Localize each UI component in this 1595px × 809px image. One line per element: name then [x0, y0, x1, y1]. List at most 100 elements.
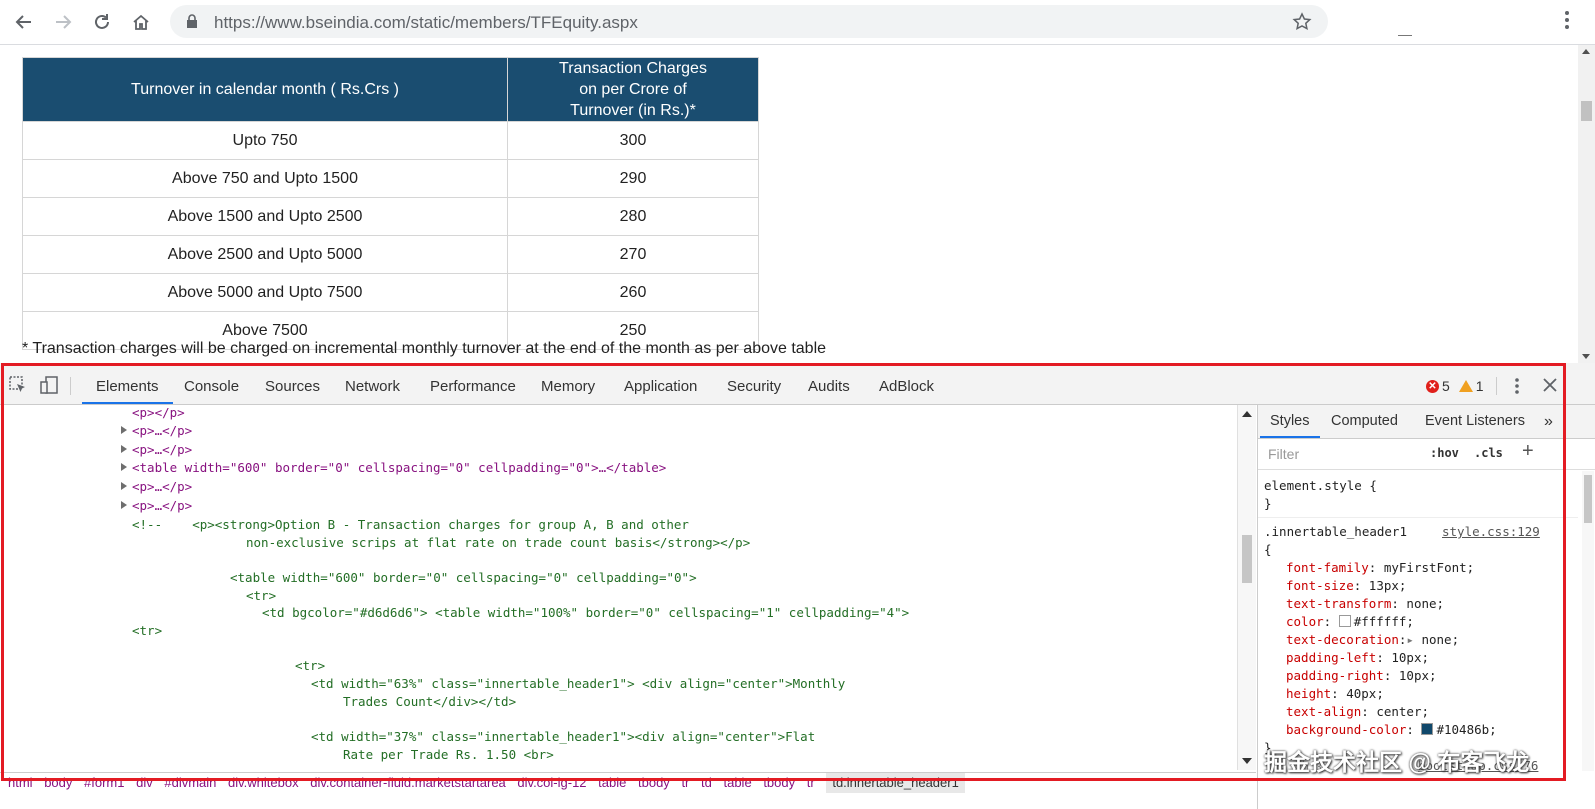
new-rule-plus-icon[interactable]: +	[1522, 440, 1534, 463]
scroll-down-arrow-icon[interactable]	[1242, 758, 1252, 764]
breadcrumb-item[interactable]: tbody	[638, 773, 670, 793]
expand-arrow-icon[interactable]	[121, 501, 127, 509]
breadcrumb-item[interactable]: #form1	[84, 773, 124, 793]
css-declaration[interactable]: color: #ffffff;	[1286, 614, 1414, 629]
rule-source-link[interactable]: style.css:129	[1442, 524, 1540, 539]
css-declaration[interactable]: text-transform: none;	[1286, 596, 1444, 611]
tab-styles[interactable]: Styles	[1260, 405, 1320, 438]
turnover-cell: Above 1500 and Upto 2500	[22, 197, 508, 236]
breadcrumb-item[interactable]: body	[44, 773, 72, 793]
breadcrumb-item[interactable]: table	[723, 773, 751, 793]
hover-state-toggle[interactable]: :hov	[1430, 446, 1459, 460]
css-declaration[interactable]: background-color: #10486b;	[1286, 722, 1497, 737]
class-toggle[interactable]: .cls	[1474, 446, 1503, 460]
browser-menu-icon[interactable]	[1564, 10, 1570, 35]
dom-comment[interactable]: <td width="63%" class="innertable_header…	[311, 676, 845, 691]
dom-comment[interactable]: <tr>	[295, 658, 325, 673]
tab-event-listeners[interactable]: Event Listeners	[1425, 405, 1525, 438]
dom-comment[interactable]: <td bgcolor="#d6d6d6"> <table width="100…	[262, 605, 909, 620]
device-toolbar-icon[interactable]	[40, 376, 60, 399]
tab-console[interactable]: Console	[184, 363, 239, 404]
tab-network[interactable]: Network	[345, 363, 400, 404]
dom-comment[interactable]: non-exclusive scrips at flat rate on tra…	[246, 535, 750, 550]
close-icon[interactable]	[1543, 378, 1557, 397]
expand-arrow-icon[interactable]	[121, 482, 127, 490]
expand-arrow-icon[interactable]	[121, 463, 127, 471]
color-swatch[interactable]	[1421, 723, 1434, 735]
breadcrumb-item[interactable]: html	[8, 773, 33, 793]
rule-selector[interactable]: .innertable_header1	[1264, 524, 1407, 539]
dom-comment[interactable]: <td width="37%" class="innertable_header…	[311, 729, 815, 744]
browser-toolbar: https://www.bseindia.com/static/members/…	[0, 0, 1595, 45]
breadcrumb-item[interactable]: table	[598, 773, 626, 793]
elements-scrollbar-thumb[interactable]	[1242, 535, 1252, 583]
element-style-selector[interactable]: element.style {	[1264, 478, 1377, 493]
styles-scrollbar-thumb[interactable]	[1584, 475, 1592, 523]
expand-arrow-icon[interactable]	[121, 426, 127, 434]
styles-scrollbar[interactable]	[1582, 471, 1594, 771]
tab-adblock[interactable]: AdBlock	[879, 363, 934, 404]
tab-application[interactable]: Application	[624, 363, 697, 404]
address-bar[interactable]: https://www.bseindia.com/static/members/…	[170, 5, 1328, 38]
scroll-down-arrow-icon[interactable]	[1582, 354, 1590, 359]
tab-sources[interactable]: Sources	[265, 363, 320, 404]
url-text[interactable]: https://www.bseindia.com/static/members/…	[214, 13, 638, 33]
home-icon[interactable]	[127, 8, 155, 36]
breadcrumb-item[interactable]: div.whitebox	[228, 773, 299, 793]
breadcrumb-item[interactable]: tr	[807, 773, 815, 793]
breadcrumb-item[interactable]: div.container-fluid.marketstartarea	[310, 773, 506, 793]
page-scrollbar[interactable]	[1578, 45, 1595, 363]
bookmark-star-icon[interactable]	[1292, 12, 1312, 37]
dom-comment[interactable]: <tr>	[132, 623, 162, 638]
devtools-menu-icon[interactable]	[1514, 377, 1520, 400]
css-declaration[interactable]: padding-left: 10px;	[1286, 650, 1429, 665]
console-issues-counter[interactable]: ✕ 5 1	[1426, 378, 1484, 394]
shorthand-expand-icon[interactable]: ▸	[1406, 632, 1414, 647]
tab-performance[interactable]: Performance	[430, 363, 516, 404]
breadcrumb-item[interactable]: tbody	[763, 773, 795, 793]
breadcrumb-item[interactable]: div.col-lg-12	[517, 773, 586, 793]
tab-computed[interactable]: Computed	[1331, 405, 1398, 438]
css-declaration[interactable]: text-align: center;	[1286, 704, 1429, 719]
css-declaration[interactable]: height: 40px;	[1286, 686, 1384, 701]
dom-node[interactable]: <table width="600" border="0" cellspacin…	[132, 460, 666, 475]
dom-node[interactable]: <p></p>	[132, 405, 185, 420]
styles-filter-input[interactable]: Filter	[1264, 443, 1420, 465]
dom-comment[interactable]: <tr>	[246, 588, 276, 603]
dom-comment[interactable]: Trades Count</div></td>	[343, 694, 516, 709]
page-scrollbar-thumb[interactable]	[1581, 101, 1592, 121]
elements-dom-tree[interactable]: <p></p> <p>…</p> <p>…</p> <table width="…	[0, 405, 1236, 770]
dom-node[interactable]: <p>…</p>	[132, 479, 192, 494]
breadcrumb-item[interactable]: td	[701, 773, 712, 793]
elements-scrollbar[interactable]	[1237, 405, 1256, 770]
more-tabs-icon[interactable]: »	[1544, 405, 1553, 438]
breadcrumb-item[interactable]: div	[136, 773, 153, 793]
charge-cell: 260	[507, 273, 759, 312]
table-row: Above 2500 and Upto 5000 270	[22, 235, 759, 274]
css-declaration[interactable]: text-decoration:▸ none;	[1286, 632, 1459, 647]
css-declaration[interactable]: padding-right: 10px;	[1286, 668, 1437, 683]
dom-node[interactable]: <p>…</p>	[132, 442, 192, 457]
scroll-up-arrow-icon[interactable]	[1582, 49, 1590, 54]
tab-security[interactable]: Security	[727, 363, 781, 404]
tab-memory[interactable]: Memory	[541, 363, 595, 404]
dom-node[interactable]: <p>…</p>	[132, 423, 192, 438]
breadcrumb-item-selected[interactable]: td.innertable_header1	[826, 773, 965, 793]
forward-icon[interactable]	[49, 8, 77, 36]
breadcrumb-item[interactable]: #divmain	[164, 773, 216, 793]
inspect-element-icon[interactable]	[9, 376, 27, 399]
reload-icon[interactable]	[88, 8, 116, 36]
breadcrumb-item[interactable]: tr	[681, 773, 689, 793]
color-swatch[interactable]	[1338, 615, 1351, 627]
dom-comment[interactable]: <table width="600" border="0" cellspacin…	[230, 570, 697, 585]
css-declaration[interactable]: font-size: 13px;	[1286, 578, 1406, 593]
back-icon[interactable]	[10, 8, 38, 36]
scroll-up-arrow-icon[interactable]	[1242, 411, 1252, 417]
expand-arrow-icon[interactable]	[121, 445, 127, 453]
dom-comment[interactable]: Rate per Trade Rs. 1.50 <br>	[343, 747, 554, 762]
css-declaration[interactable]: font-family: myFirstFont;	[1286, 560, 1474, 575]
tab-audits[interactable]: Audits	[808, 363, 850, 404]
tab-elements[interactable]: Elements	[82, 363, 173, 404]
dom-comment[interactable]: <!-- <p><strong>Option B - Transaction c…	[132, 517, 689, 532]
dom-node[interactable]: <p>…</p>	[132, 498, 192, 513]
